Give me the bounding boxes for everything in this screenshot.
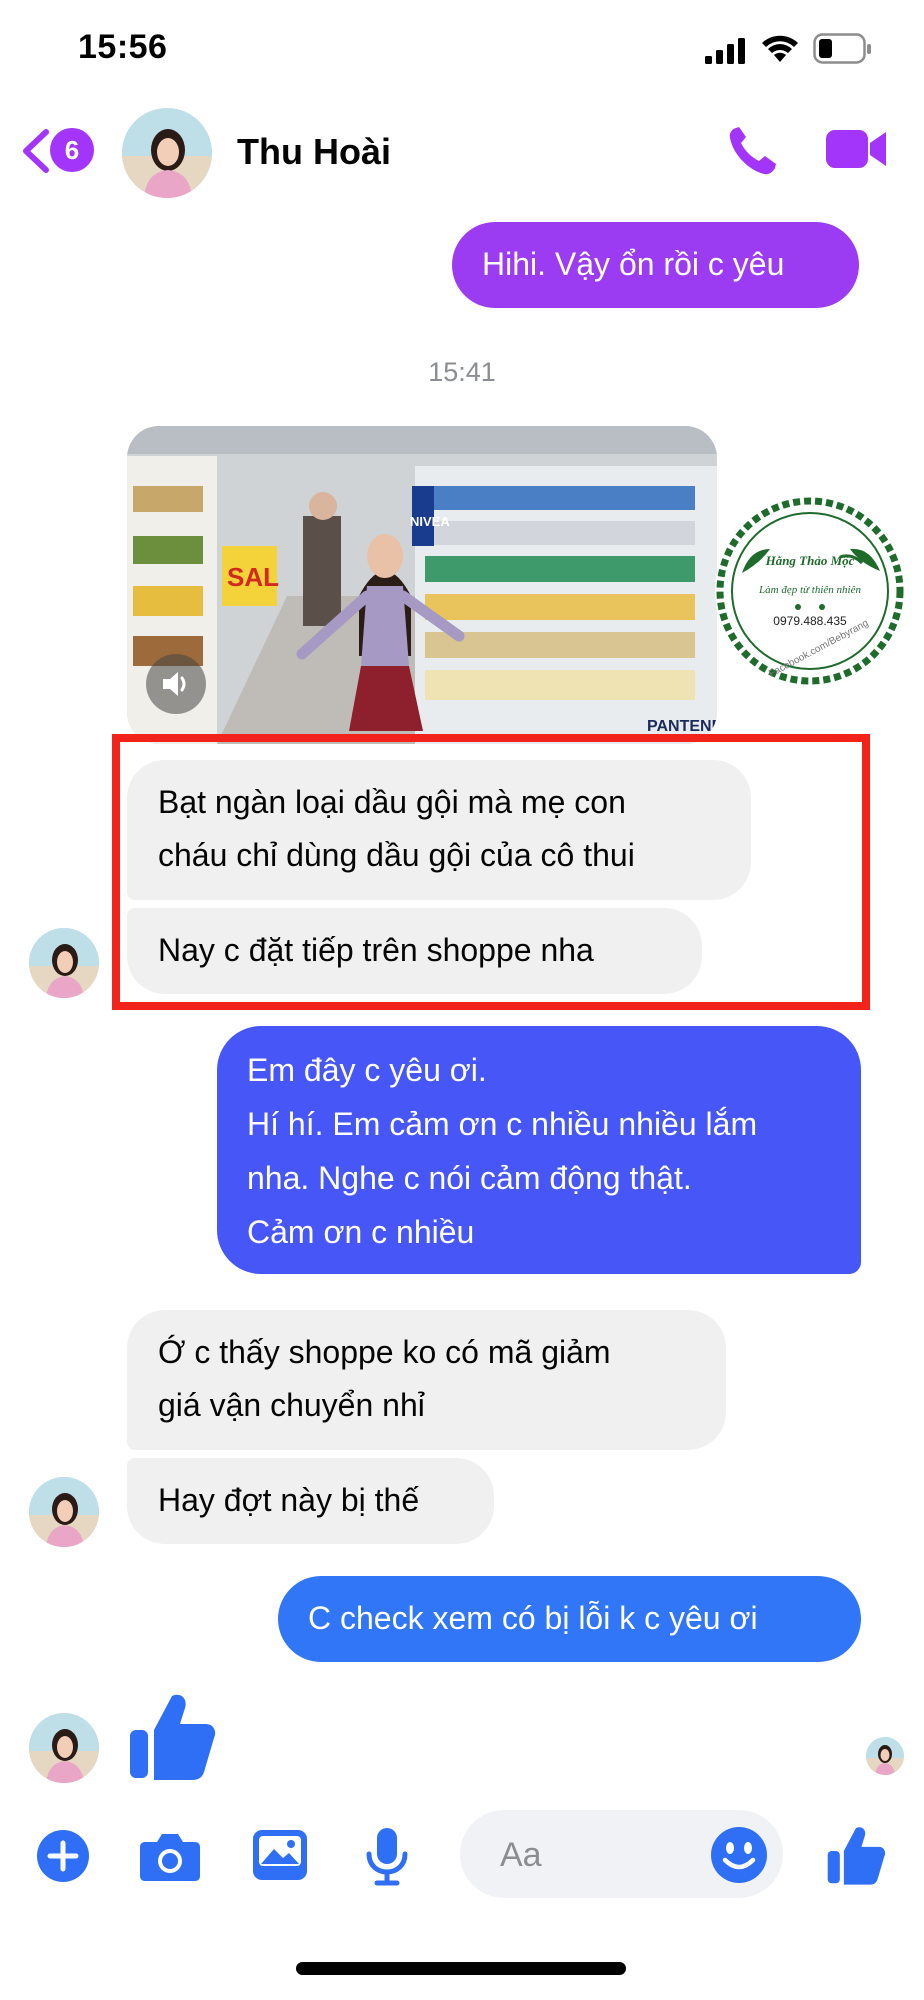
cellular-signal-icon [705, 38, 745, 64]
read-receipt-avatar [866, 1737, 904, 1775]
message-text: Hay đợt này bị thế [158, 1482, 420, 1518]
incoming-message-bubble[interactable]: Hay đợt này bị thế [127, 1458, 494, 1544]
message-text: Hihi. Vậy ổn rồi c yêu [482, 246, 785, 282]
send-like-button[interactable] [826, 1824, 886, 1886]
outgoing-message-bubble[interactable]: Em đây c yêu ơi. Hí hí. Em cảm ơn c nhiề… [217, 1026, 861, 1274]
svg-text:0979.488.435: 0979.488.435 [773, 614, 847, 628]
store-sign-text: SAL [227, 562, 279, 592]
message-text: C check xem có bị lỗi k c yêu ơi [308, 1600, 758, 1636]
video-message[interactable]: SAL NIVEA PANTENE [127, 426, 717, 744]
annotation-highlight-box [112, 734, 870, 1010]
mute-toggle[interactable] [146, 654, 206, 714]
sender-photo [29, 1713, 99, 1783]
video-thumbnail: SAL NIVEA PANTENE [127, 426, 717, 744]
back-chevron-icon[interactable] [18, 128, 52, 174]
camera-icon[interactable] [139, 1830, 201, 1882]
plus-icon[interactable] [36, 1829, 90, 1883]
message-text-line: Ớ c thấy shoppe ko có mã giảm [158, 1334, 611, 1370]
emoji-icon[interactable] [710, 1826, 768, 1884]
sender-avatar[interactable] [29, 1713, 99, 1783]
gallery-icon[interactable] [252, 1829, 308, 1881]
message-timestamp: 15:41 [428, 357, 496, 387]
message-input[interactable] [498, 1810, 722, 1900]
contact-avatar[interactable] [122, 108, 212, 198]
sender-avatar[interactable] [29, 1477, 99, 1547]
outgoing-message-bubble[interactable]: Hihi. Vậy ổn rồi c yêu [452, 222, 859, 308]
svg-text:Làm đẹp từ thiên nhiên: Làm đẹp từ thiên nhiên [758, 584, 861, 596]
outgoing-message-bubble[interactable]: C check xem có bị lỗi k c yêu ơi [278, 1576, 861, 1662]
video-camera-icon[interactable] [824, 126, 888, 172]
message-text-line: Cảm ơn c nhiều [247, 1214, 475, 1250]
read-receipt-photo [866, 1737, 904, 1775]
thumbs-up-icon[interactable] [128, 1690, 216, 1782]
brand-sign-text: NIVEA [410, 514, 450, 529]
microphone-icon[interactable] [365, 1826, 409, 1886]
message-text-line: giá vận chuyển nhỉ [158, 1387, 425, 1423]
message-text-line: Hí hí. Em cảm ơn c nhiều nhiều lắm [247, 1106, 758, 1142]
contact-photo [122, 108, 212, 198]
battery-icon [813, 33, 871, 64]
speaker-icon [163, 672, 186, 696]
contact-name[interactable]: Thu Hoài [237, 131, 391, 173]
home-indicator [296, 1962, 626, 1975]
incoming-message-bubble[interactable]: Ớ c thấy shoppe ko có mã giảm giá vận ch… [127, 1310, 726, 1450]
message-text-line: nha. Nghe c nói cảm động thật. [247, 1160, 692, 1196]
wifi-icon [762, 35, 798, 62]
sender-avatar[interactable] [29, 928, 99, 998]
svg-text:Hằng Thảo Mộc: Hằng Thảo Mộc [765, 553, 855, 568]
message-text-line: Em đây c yêu ơi. [247, 1052, 487, 1088]
unread-count-badge[interactable]: 6 [50, 128, 94, 172]
sender-photo [29, 928, 99, 998]
sender-photo [29, 1477, 99, 1547]
phone-icon[interactable] [726, 124, 778, 178]
status-time: 15:56 [78, 28, 168, 66]
shelf-brand-text: PANTENE [647, 718, 717, 735]
brand-watermark-logo: Hằng Thảo Mộc Làm đẹp từ thiên nhiên 097… [715, 496, 905, 686]
